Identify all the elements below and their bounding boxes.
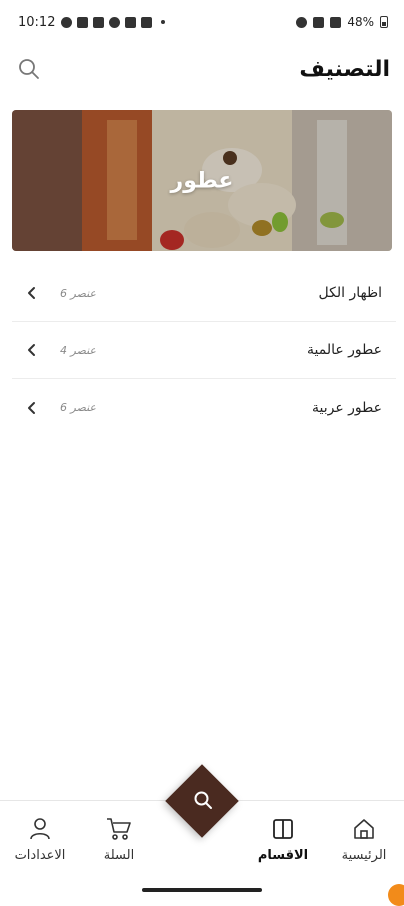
battery-percent: 48% (347, 15, 374, 29)
category-name: اظهار الكل (319, 285, 382, 301)
category-banner[interactable]: عطور (12, 110, 392, 251)
banner-label: عطور (12, 168, 392, 193)
nav-settings[interactable]: الاعدادات (5, 816, 75, 863)
chevron-left-icon (26, 401, 40, 415)
book-icon (248, 816, 318, 842)
search-icon[interactable] (192, 789, 214, 811)
category-meta: 4 عنصر (26, 343, 96, 357)
app-header: التصنيف (0, 44, 404, 94)
app-icon-2 (141, 17, 152, 28)
app-icon (109, 17, 120, 28)
chevron-left-icon (26, 343, 40, 357)
bottom-navigation: الاعدادات السلة الاقسام الرئيسية (0, 800, 404, 900)
nav-cart[interactable]: السلة (84, 816, 154, 863)
nav-sections-label: الاقسام (248, 848, 318, 863)
status-time: 10:12 (18, 15, 55, 30)
signal-icon (330, 17, 341, 28)
youtube-icon (77, 17, 88, 28)
nav-sections[interactable]: الاقسام (248, 816, 318, 863)
search-button[interactable] (14, 54, 44, 84)
gallery-icon (125, 17, 136, 28)
category-row-global-perfumes[interactable]: 4 عنصر عطور عالمية (12, 322, 396, 379)
nav-home-label: الرئيسية (329, 848, 399, 863)
status-left: 10:12 (18, 15, 165, 30)
search-icon (17, 57, 41, 81)
nav-settings-label: الاعدادات (5, 848, 75, 863)
user-icon (5, 816, 75, 842)
home-indicator[interactable] (142, 888, 262, 892)
nav-home[interactable]: الرئيسية (329, 816, 399, 863)
category-meta: 6 عنصر (26, 286, 96, 300)
wifi-icon (313, 17, 324, 28)
category-name: عطور عربية (312, 400, 382, 416)
floating-badge-icon[interactable] (388, 884, 404, 906)
category-row-arabic-perfumes[interactable]: 6 عنصر عطور عربية (12, 379, 396, 436)
page-title: التصنيف (299, 57, 390, 82)
category-count: 4 عنصر (60, 344, 96, 357)
category-row-show-all[interactable]: 6 عنصر اظهار الكل (12, 265, 396, 322)
alarm-icon (296, 17, 307, 28)
category-name: عطور عالمية (307, 342, 382, 358)
notification-bell-icon (61, 17, 72, 28)
home-icon (329, 816, 399, 842)
category-count: 6 عنصر (60, 401, 96, 414)
battery-icon (380, 16, 388, 28)
category-list: 6 عنصر اظهار الكل 4 عنصر عطور عالمية 6 ع… (12, 265, 396, 436)
mail-icon (93, 17, 104, 28)
status-right: 48% (296, 15, 388, 29)
chevron-left-icon (26, 286, 40, 300)
notification-icons (61, 17, 165, 28)
cart-icon (84, 816, 154, 842)
category-meta: 6 عنصر (26, 401, 96, 415)
nav-cart-label: السلة (84, 848, 154, 863)
category-count: 6 عنصر (60, 287, 96, 300)
status-bar: 10:12 48% (0, 0, 404, 44)
more-dot-icon (161, 20, 165, 24)
